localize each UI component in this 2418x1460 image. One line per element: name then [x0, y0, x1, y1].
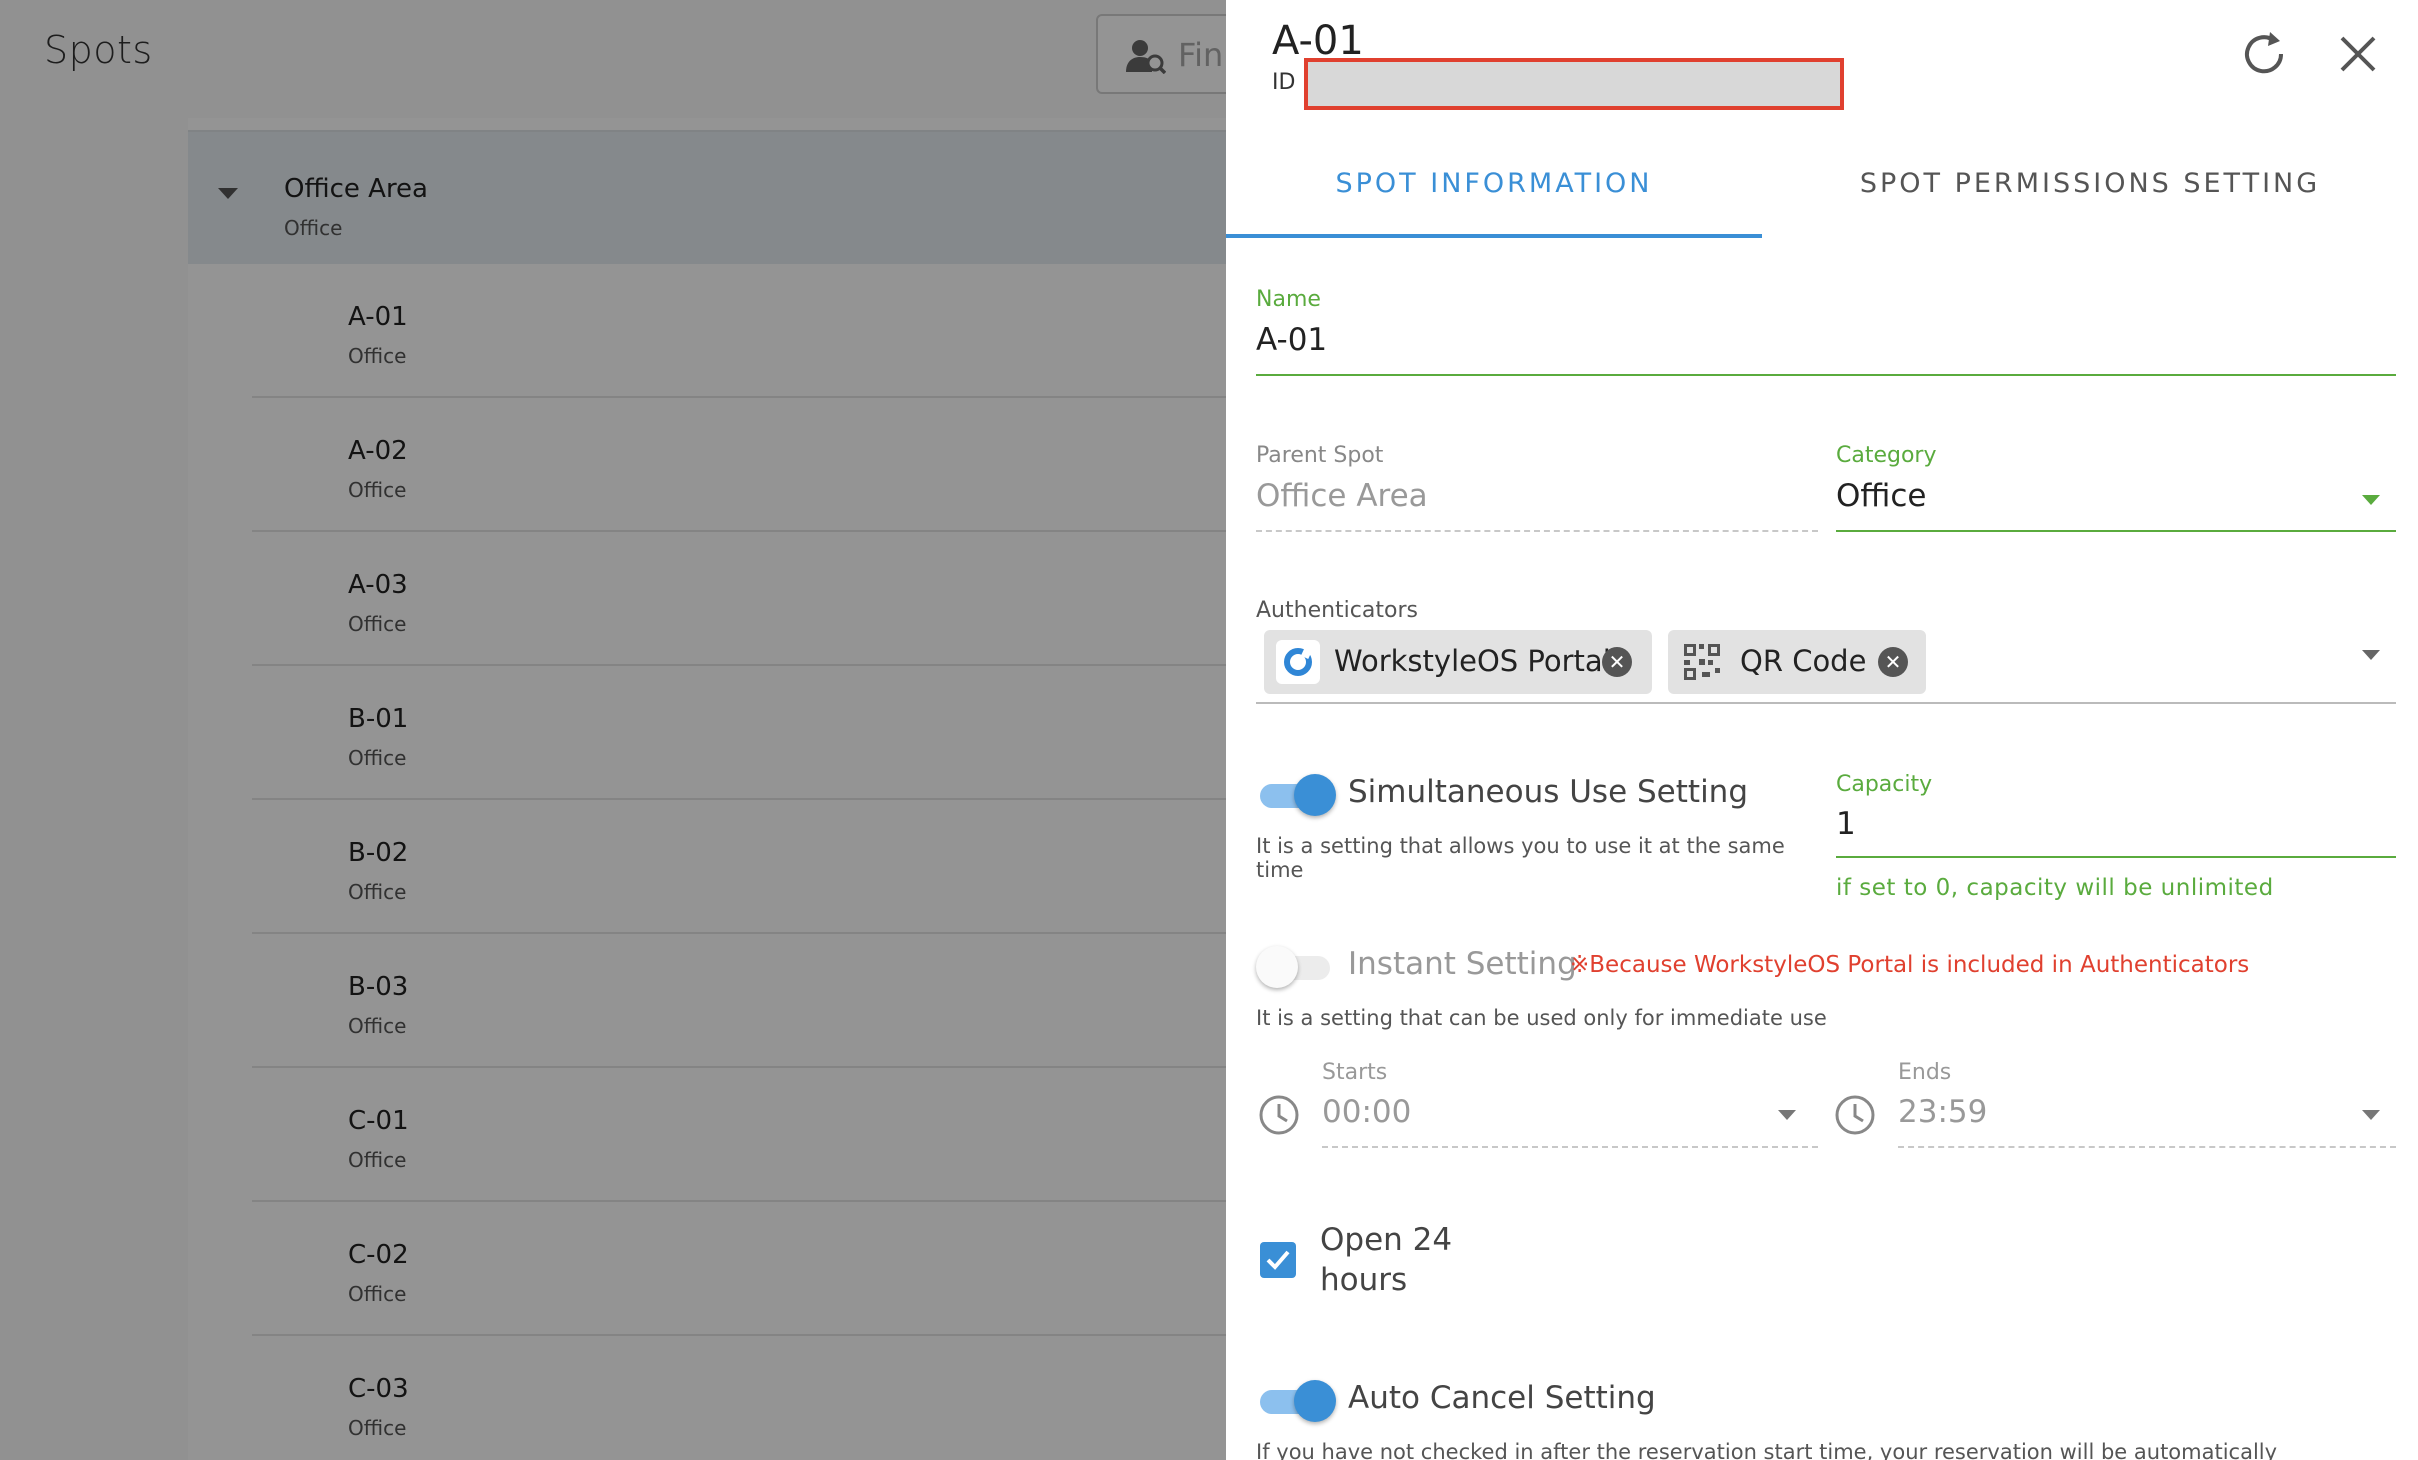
simultaneous-use-label: Simultaneous Use Setting [1348, 774, 1749, 810]
authenticators-underline [1256, 702, 2396, 704]
open-24-hours-checkbox[interactable] [1260, 1242, 1296, 1278]
open-24-hours-label-line2: hours [1320, 1262, 1408, 1298]
ends-select[interactable]: 23:59 [1898, 1094, 1987, 1130]
parent-spot-field: Office Area [1256, 478, 1428, 514]
capacity-input[interactable]: 1 [1836, 806, 1856, 842]
starts-underline [1322, 1146, 1818, 1148]
modal-overlay[interactable] [0, 0, 1226, 1460]
close-icon[interactable] [2334, 30, 2382, 78]
category-label: Category [1836, 443, 1937, 468]
category-underline [1836, 530, 2396, 532]
instant-setting-warning: ※Because WorkstyleOS Portal is included … [1570, 952, 2250, 978]
name-label: Name [1256, 287, 1321, 312]
name-field[interactable]: A-01 [1256, 322, 1327, 358]
ends-label: Ends [1898, 1060, 1952, 1085]
auto-cancel-toggle[interactable] [1256, 1378, 1336, 1424]
toggle-knob [1256, 946, 1298, 988]
chip-label: WorkstyleOS Portal [1334, 644, 1611, 678]
capacity-label: Capacity [1836, 772, 1933, 797]
qr-code-icon [1684, 644, 1720, 680]
instant-setting-label: Instant Setting [1348, 946, 1577, 982]
name-field-underline [1256, 374, 2396, 376]
chevron-down-icon[interactable] [1778, 1110, 1796, 1120]
open-24-hours-label-line1: Open 24 [1320, 1222, 1453, 1258]
auto-cancel-hint: If you have not checked in after the res… [1256, 1440, 2278, 1460]
starts-label: Starts [1322, 1060, 1388, 1085]
capacity-note: if set to 0, capacity will be unlimited [1836, 875, 2274, 901]
instant-setting-hint: It is a setting that can be used only fo… [1256, 1006, 1827, 1030]
id-label: ID [1272, 70, 1296, 95]
chevron-down-icon[interactable] [2362, 650, 2380, 660]
parent-spot-underline [1256, 530, 1818, 532]
check-icon [1266, 1250, 1290, 1270]
remove-chip-icon[interactable]: ✕ [1878, 647, 1908, 677]
starts-select[interactable]: 00:00 [1322, 1094, 1411, 1130]
clock-icon [1259, 1095, 1299, 1135]
chevron-down-icon[interactable] [2362, 495, 2380, 505]
spot-detail-panel: A-01 ID SPOT INFORMATION SPOT PERMISSION… [1226, 0, 2418, 1460]
simultaneous-use-toggle[interactable] [1256, 772, 1336, 818]
refresh-icon[interactable] [2236, 26, 2292, 82]
tab-spot-permissions-setting[interactable]: SPOT PERMISSIONS SETTING [1762, 168, 2418, 240]
instant-setting-toggle[interactable] [1256, 944, 1336, 990]
active-tab-indicator [1226, 234, 1762, 238]
remove-chip-icon[interactable]: ✕ [1602, 647, 1632, 677]
clock-icon [1835, 1095, 1875, 1135]
chevron-down-icon[interactable] [2362, 1110, 2380, 1120]
parent-spot-label: Parent Spot [1256, 443, 1384, 468]
simultaneous-use-hint: It is a setting that allows you to use i… [1256, 834, 1785, 882]
workstyleos-logo-icon [1276, 640, 1320, 684]
toggle-knob [1294, 774, 1336, 816]
category-select[interactable]: Office [1836, 478, 1927, 514]
authenticator-chip-workstyleos: WorkstyleOS Portal ✕ [1264, 630, 1652, 694]
id-value-redacted [1304, 58, 1844, 110]
capacity-underline [1836, 856, 2396, 858]
authenticators-label: Authenticators [1256, 598, 1418, 623]
tab-spot-information[interactable]: SPOT INFORMATION [1226, 168, 1762, 240]
chip-label: QR Code [1740, 644, 1867, 678]
ends-underline [1898, 1146, 2396, 1148]
authenticator-chip-qr-code: QR Code ✕ [1668, 630, 1926, 694]
toggle-knob [1294, 1380, 1336, 1422]
auto-cancel-label: Auto Cancel Setting [1348, 1380, 1656, 1416]
